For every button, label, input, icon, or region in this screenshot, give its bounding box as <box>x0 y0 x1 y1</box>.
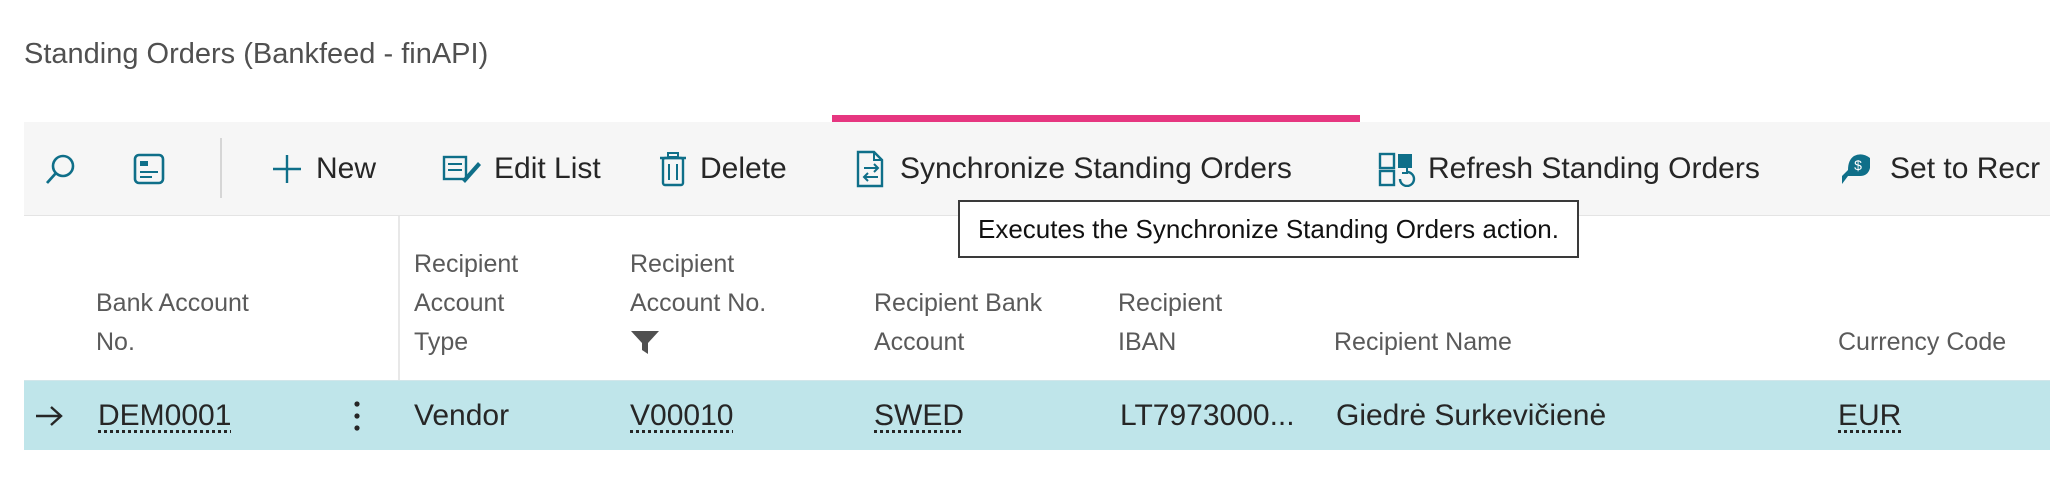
trash-icon <box>658 151 688 187</box>
recipient-name-cell[interactable]: Giedrė Surkevičienė <box>1336 381 1606 451</box>
plus-icon <box>270 152 304 186</box>
filter-icon <box>630 323 766 362</box>
row-indicator-arrow-icon <box>34 381 64 451</box>
toolbar-divider <box>220 138 222 198</box>
edit-list-label: Edit List <box>494 152 601 185</box>
edit-list-icon <box>442 152 482 186</box>
edit-list-button[interactable]: Edit List <box>442 122 601 216</box>
search-button[interactable] <box>44 122 90 216</box>
search-icon <box>44 152 78 186</box>
new-button[interactable]: New <box>270 122 376 216</box>
recipient-iban-cell[interactable]: LT7973000... <box>1120 381 1295 451</box>
header-bank-account-no[interactable]: Bank Account No. <box>96 284 249 362</box>
layout-icon <box>132 152 166 186</box>
synchronize-label: Synchronize Standing Orders <box>900 152 1292 185</box>
recipient-account-type-cell[interactable]: Vendor <box>414 381 509 451</box>
view-toggle-button[interactable] <box>132 122 178 216</box>
header-recipient-iban[interactable]: Recipient IBAN <box>1118 284 1222 362</box>
action-tooltip: Executes the Synchronize Standing Orders… <box>958 200 1579 258</box>
recipient-account-no-cell[interactable]: V00010 <box>630 381 733 451</box>
currency-code-cell[interactable]: EUR <box>1838 381 1901 451</box>
row-actions-menu-icon[interactable] <box>352 381 362 451</box>
new-label: New <box>316 152 377 185</box>
header-recipient-bank-account[interactable]: Recipient Bank Account <box>874 284 1042 362</box>
header-recipient-name[interactable]: Recipient Name <box>1334 323 1512 362</box>
bank-account-no-cell[interactable]: DEM0001 <box>98 381 231 451</box>
recipient-bank-account-cell[interactable]: SWED <box>874 381 964 451</box>
delete-label: Delete <box>700 152 787 185</box>
svg-text:$: $ <box>1854 157 1862 173</box>
refresh-label: Refresh Standing Orders <box>1428 152 1760 185</box>
page-title: Standing Orders (Bankfeed - finAPI) <box>24 38 489 70</box>
sync-document-icon <box>854 150 888 188</box>
header-recipient-account-type[interactable]: Recipient Account Type <box>414 245 518 362</box>
refresh-grid-icon <box>1378 151 1416 187</box>
header-recipient-account-no[interactable]: Recipient Account No. <box>630 245 766 362</box>
recurring-money-icon: $ <box>1838 150 1878 188</box>
delete-button[interactable]: Delete <box>658 122 787 216</box>
header-currency-code[interactable]: Currency Code <box>1838 323 2006 362</box>
set-to-recurring-button[interactable]: $ Set to Recr <box>1838 122 2040 216</box>
table-row[interactable]: DEM0001 Vendor V00010 SWED LT7973000... … <box>24 380 2050 450</box>
set-to-label: Set to Recr <box>1890 152 2041 185</box>
